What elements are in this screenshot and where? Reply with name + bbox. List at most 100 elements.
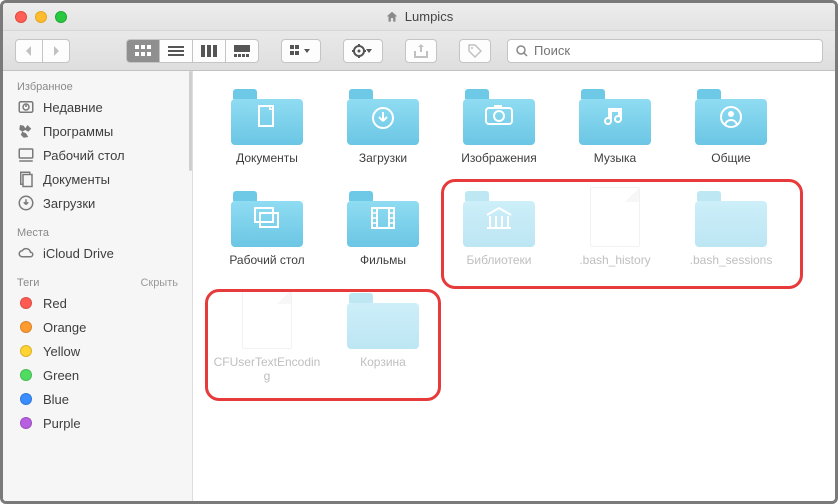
folder-icon (579, 85, 651, 145)
item-label: Документы (236, 151, 298, 165)
view-gallery-button[interactable] (226, 39, 259, 63)
back-button[interactable] (15, 39, 43, 63)
sidebar: Избранное Недавние Программы Рабочий стол Д… (3, 71, 193, 501)
sidebar-heading-locations: Места (3, 223, 192, 241)
folder-item[interactable]: .bash_sessions (675, 187, 787, 267)
folder-item[interactable]: Загрузки (327, 85, 439, 165)
sidebar-item-cloud[interactable]: iCloud Drive (3, 241, 192, 265)
desktop-icon (17, 146, 35, 164)
sidebar-item-downloads[interactable]: Загрузки (3, 191, 192, 215)
file-icon (590, 187, 640, 247)
sidebar-item-label: Загрузки (43, 196, 95, 211)
share-icon (414, 44, 428, 58)
folder-icon (347, 85, 419, 145)
sidebar-item-label: Orange (43, 320, 86, 335)
item-label: Общие (711, 151, 750, 165)
sidebar-tag-green[interactable]: Green (3, 363, 192, 387)
folder-item[interactable]: Фильмы (327, 187, 439, 267)
columns-icon (201, 45, 217, 57)
sidebar-tag-purple[interactable]: Purple (3, 411, 192, 435)
share-button[interactable] (405, 39, 437, 63)
folder-item[interactable]: Общие (675, 85, 787, 165)
folder-item[interactable]: Изображения (443, 85, 555, 165)
sidebar-item-label: iCloud Drive (43, 246, 114, 261)
grid-icon (135, 45, 151, 57)
view-list-button[interactable] (160, 39, 193, 63)
item-label: Библиотеки (466, 253, 531, 267)
item-label: .bash_sessions (690, 253, 773, 267)
sidebar-tag-blue[interactable]: Blue (3, 387, 192, 411)
sidebar-item-label: Программы (43, 124, 113, 139)
tag-icon (468, 44, 482, 58)
view-mode-group (126, 39, 259, 63)
sidebar-item-label: Purple (43, 416, 81, 431)
sidebar-tag-yellow[interactable]: Yellow (3, 339, 192, 363)
apps-icon (17, 122, 35, 140)
home-icon (385, 10, 399, 24)
forward-button[interactable] (43, 39, 70, 63)
folder-item[interactable]: Музыка (559, 85, 671, 165)
sidebar-heading-favorites: Избранное (3, 77, 192, 95)
folder-icon (463, 85, 535, 145)
gear-icon (352, 44, 374, 58)
chevron-right-icon (51, 45, 61, 57)
sidebar-item-documents[interactable]: Документы (3, 167, 192, 191)
folder-icon (347, 187, 419, 247)
file-icon (242, 289, 292, 349)
sidebar-item-label: Red (43, 296, 67, 311)
file-item[interactable]: .bash_history (559, 187, 671, 267)
tags-button[interactable] (459, 39, 491, 63)
file-item[interactable]: CFUserTextEncoding (211, 289, 323, 383)
folder-icon (695, 187, 767, 247)
search-icon (516, 45, 528, 57)
documents-icon (17, 170, 35, 188)
folder-item[interactable]: Библиотеки (443, 187, 555, 267)
item-label: Рабочий стол (229, 253, 304, 267)
main: Избранное НедавниеПрограммыРабочий столД… (3, 71, 835, 501)
item-label: Фильмы (360, 253, 406, 267)
sidebar-tag-red[interactable]: Red (3, 291, 192, 315)
group-by-button[interactable] (281, 39, 321, 63)
content-area: Документы Загрузки Изображения Музыка Общие Р… (193, 71, 835, 501)
finder-window: Lumpics (0, 0, 838, 504)
folder-icon (231, 187, 303, 247)
folder-item[interactable]: Рабочий стол (211, 187, 323, 267)
item-label: Загрузки (359, 151, 407, 165)
item-label: CFUserTextEncoding (213, 355, 321, 383)
item-label: Изображения (461, 151, 536, 165)
chevron-left-icon (24, 45, 34, 57)
sidebar-tag-orange[interactable]: Orange (3, 315, 192, 339)
action-button[interactable] (343, 39, 383, 63)
group-icon (290, 45, 312, 57)
tag-swatch-icon (20, 417, 32, 429)
sidebar-item-label: Документы (43, 172, 110, 187)
clock-icon (17, 98, 35, 116)
tag-swatch-icon (20, 321, 32, 333)
titlebar: Lumpics (3, 3, 835, 31)
sidebar-item-label: Рабочий стол (43, 148, 125, 163)
tag-swatch-icon (20, 369, 32, 381)
folder-item[interactable]: Документы (211, 85, 323, 165)
view-icon-button[interactable] (126, 39, 160, 63)
folder-icon (463, 187, 535, 247)
sidebar-tags-hide[interactable]: Скрыть (140, 277, 178, 289)
folder-item[interactable]: Корзина (327, 289, 439, 383)
folder-icon (695, 85, 767, 145)
toolbar (3, 31, 835, 71)
search-input[interactable] (534, 43, 814, 58)
sidebar-item-desktop[interactable]: Рабочий стол (3, 143, 192, 167)
sidebar-item-label: Yellow (43, 344, 80, 359)
list-icon (168, 45, 184, 57)
search-field[interactable] (507, 39, 823, 63)
window-title: Lumpics (3, 9, 835, 24)
tag-swatch-icon (20, 297, 32, 309)
item-label: .bash_history (579, 253, 650, 267)
tag-swatch-icon (20, 393, 32, 405)
nav-group (15, 39, 70, 63)
sidebar-item-clock[interactable]: Недавние (3, 95, 192, 119)
item-label: Музыка (594, 151, 636, 165)
view-columns-button[interactable] (193, 39, 226, 63)
sidebar-item-label: Blue (43, 392, 69, 407)
folder-icon (231, 85, 303, 145)
sidebar-item-apps[interactable]: Программы (3, 119, 192, 143)
